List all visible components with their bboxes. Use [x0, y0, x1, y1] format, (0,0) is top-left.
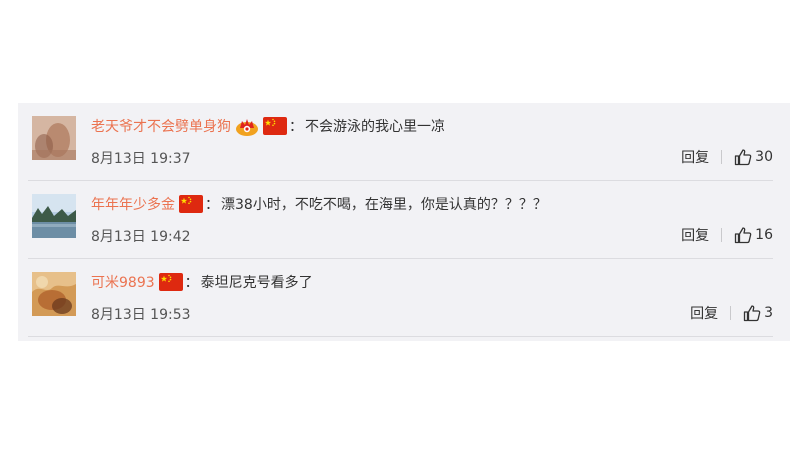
comment-actions: 回复 30 — [681, 147, 773, 167]
avatar-image — [32, 116, 76, 160]
comment-time: 8月13日 19:53 — [91, 307, 191, 323]
thumbs-up-icon — [743, 305, 761, 322]
action-divider — [730, 306, 732, 320]
comment-actions: 回复 16 — [681, 225, 773, 245]
reply-button[interactable]: 回复 — [681, 147, 709, 167]
reply-button[interactable]: 回复 — [690, 303, 718, 323]
comment-line: 年年年少多金 ： 漂38小时，不吃不喝，在海里，你是认真的？？？？ — [91, 191, 547, 217]
username-link[interactable]: 年年年少多金 — [91, 194, 175, 214]
username-link[interactable]: 可米9893 — [91, 272, 155, 292]
comment-line: 老天爷才不会劈单身狗 ： 不会游泳的我心里一凉 — [91, 113, 445, 139]
like-button[interactable]: 30 — [734, 148, 773, 166]
comment-text: 漂38小时，不吃不喝，在海里，你是认真的？？？？ — [221, 197, 547, 213]
colon-separator: ： — [289, 119, 303, 135]
comment-item: 老天爷才不会劈单身狗 ： 不会游泳的我心里一凉 8月13日 19:37 回复 3… — [28, 103, 773, 181]
reply-button[interactable]: 回复 — [681, 225, 709, 245]
avatar-image — [32, 272, 76, 316]
comment-item: 年年年少多金 ： 漂38小时，不吃不喝，在海里，你是认真的？？？？ 8月13日 … — [28, 181, 773, 259]
avatar[interactable] — [32, 194, 76, 238]
china-flag-icon — [158, 273, 183, 291]
username-link[interactable]: 老天爷才不会劈单身狗 — [91, 116, 231, 136]
action-divider — [721, 150, 723, 164]
like-count: 3 — [764, 305, 773, 321]
colon-separator: ： — [184, 275, 199, 291]
like-button[interactable]: 3 — [743, 304, 773, 322]
avatar-image — [32, 194, 76, 238]
thumbs-up-icon — [735, 149, 752, 166]
comment-divider — [28, 336, 773, 337]
comment-actions: 回复 3 — [690, 303, 773, 323]
comment-list: 老天爷才不会劈单身狗 ： 不会游泳的我心里一凉 8月13日 19:37 回复 3… — [18, 103, 790, 341]
thumbs-up-icon — [735, 227, 752, 244]
china-flag-icon — [179, 195, 203, 213]
like-count: 30 — [755, 149, 773, 165]
avatar[interactable] — [32, 272, 76, 316]
comment-line: 可米9893 ： 泰坦尼克号看多了 — [91, 269, 313, 295]
comment-text: 不会游泳的我心里一凉 — [305, 119, 445, 135]
colon-separator: ： — [205, 197, 219, 213]
comment-text: 泰坦尼克号看多了 — [200, 275, 313, 291]
like-button[interactable]: 16 — [734, 226, 773, 244]
china-flag-icon — [263, 117, 287, 135]
like-count: 16 — [755, 227, 773, 243]
avatar[interactable] — [32, 116, 76, 160]
crown-badge-icon[interactable] — [235, 116, 259, 136]
comment-time: 8月13日 19:42 — [91, 229, 191, 245]
comment-item: 可米9893 ： 泰坦尼克号看多了 8月13日 19:53 回复 3 — [28, 259, 773, 337]
action-divider — [721, 228, 723, 242]
comment-time: 8月13日 19:37 — [91, 151, 191, 167]
